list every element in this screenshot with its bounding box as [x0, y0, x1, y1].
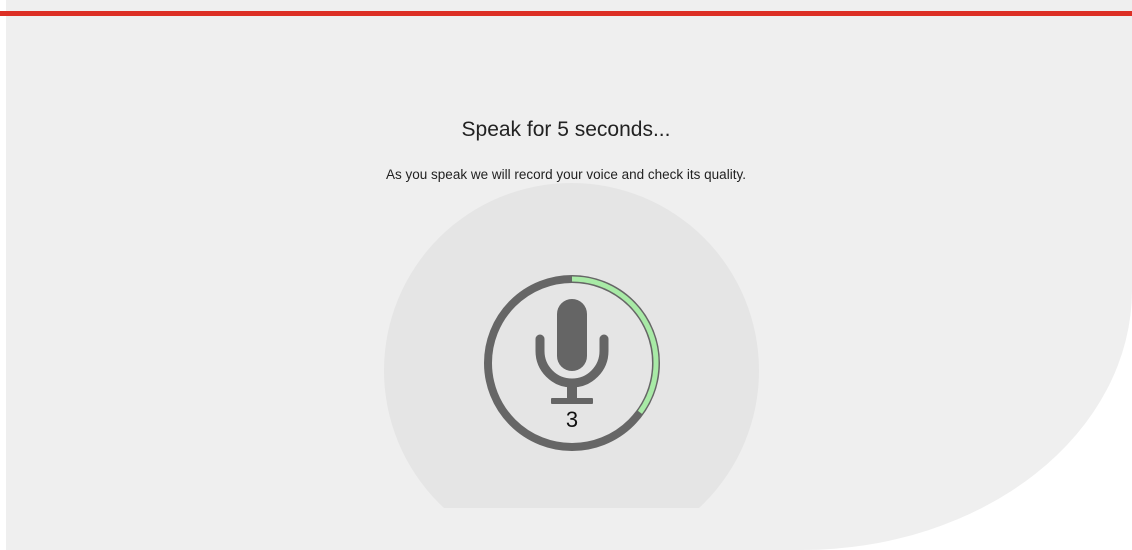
- prompt-title: Speak for 5 seconds...: [461, 118, 671, 141]
- record-button[interactable]: 3: [482, 273, 662, 453]
- microphone-icon: [535, 299, 609, 404]
- voice-check-screen: Speak for 5 seconds... As you speak we w…: [0, 0, 1132, 550]
- countdown-number: 3: [565, 407, 579, 432]
- top-accent-bar: [0, 11, 1132, 16]
- prompt-subtitle: As you speak we will record your voice a…: [386, 167, 746, 182]
